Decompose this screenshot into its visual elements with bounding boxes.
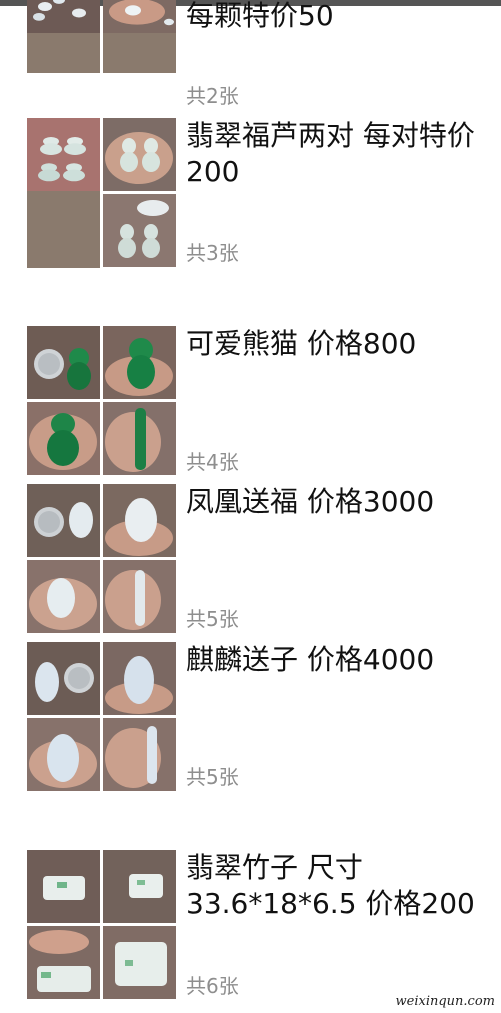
post-photo[interactable] xyxy=(27,560,100,633)
post-photo[interactable] xyxy=(103,0,176,73)
post-photo[interactable] xyxy=(27,718,100,791)
photo-count[interactable]: 共3张 xyxy=(186,241,239,265)
post-photo[interactable] xyxy=(103,850,176,923)
post-photo[interactable] xyxy=(103,402,176,475)
post-caption: 每颗特价50 xyxy=(186,0,334,32)
photo-count[interactable]: 共4张 xyxy=(186,450,239,474)
post-caption: 翡翠福芦两对 每对特价200 xyxy=(186,119,475,188)
watermark: weixinqun.com xyxy=(395,994,495,1009)
post-photo[interactable] xyxy=(27,402,100,475)
post-photo[interactable] xyxy=(103,560,176,633)
post-photo[interactable] xyxy=(103,718,176,791)
photo-count[interactable]: 共2张 xyxy=(186,84,239,108)
photo-count[interactable]: 共6张 xyxy=(186,974,239,998)
post-caption: 可爱熊猫 价格800 xyxy=(186,327,417,360)
post-photo[interactable] xyxy=(103,926,176,999)
post-photo[interactable] xyxy=(103,642,176,715)
post-caption: 凤凰送福 价格3000 xyxy=(186,485,435,518)
post-photo[interactable] xyxy=(103,484,176,557)
post-photo[interactable] xyxy=(27,326,100,399)
post-caption: 麒麟送子 价格4000 xyxy=(186,643,435,676)
post-photo[interactable] xyxy=(103,118,176,191)
post-photo[interactable] xyxy=(103,326,176,399)
post-photo[interactable] xyxy=(27,0,100,73)
post-photo[interactable] xyxy=(27,642,100,715)
post-photo[interactable] xyxy=(27,850,100,923)
post-photo[interactable] xyxy=(27,484,100,557)
post-photo[interactable] xyxy=(103,194,176,267)
post-photo[interactable] xyxy=(27,118,100,268)
photo-count[interactable]: 共5张 xyxy=(186,607,239,631)
photo-count[interactable]: 共5张 xyxy=(186,765,239,789)
post-photo[interactable] xyxy=(27,926,100,999)
post-caption: 翡翠竹子 尺寸33.6*18*6.5 价格200 xyxy=(186,851,475,920)
